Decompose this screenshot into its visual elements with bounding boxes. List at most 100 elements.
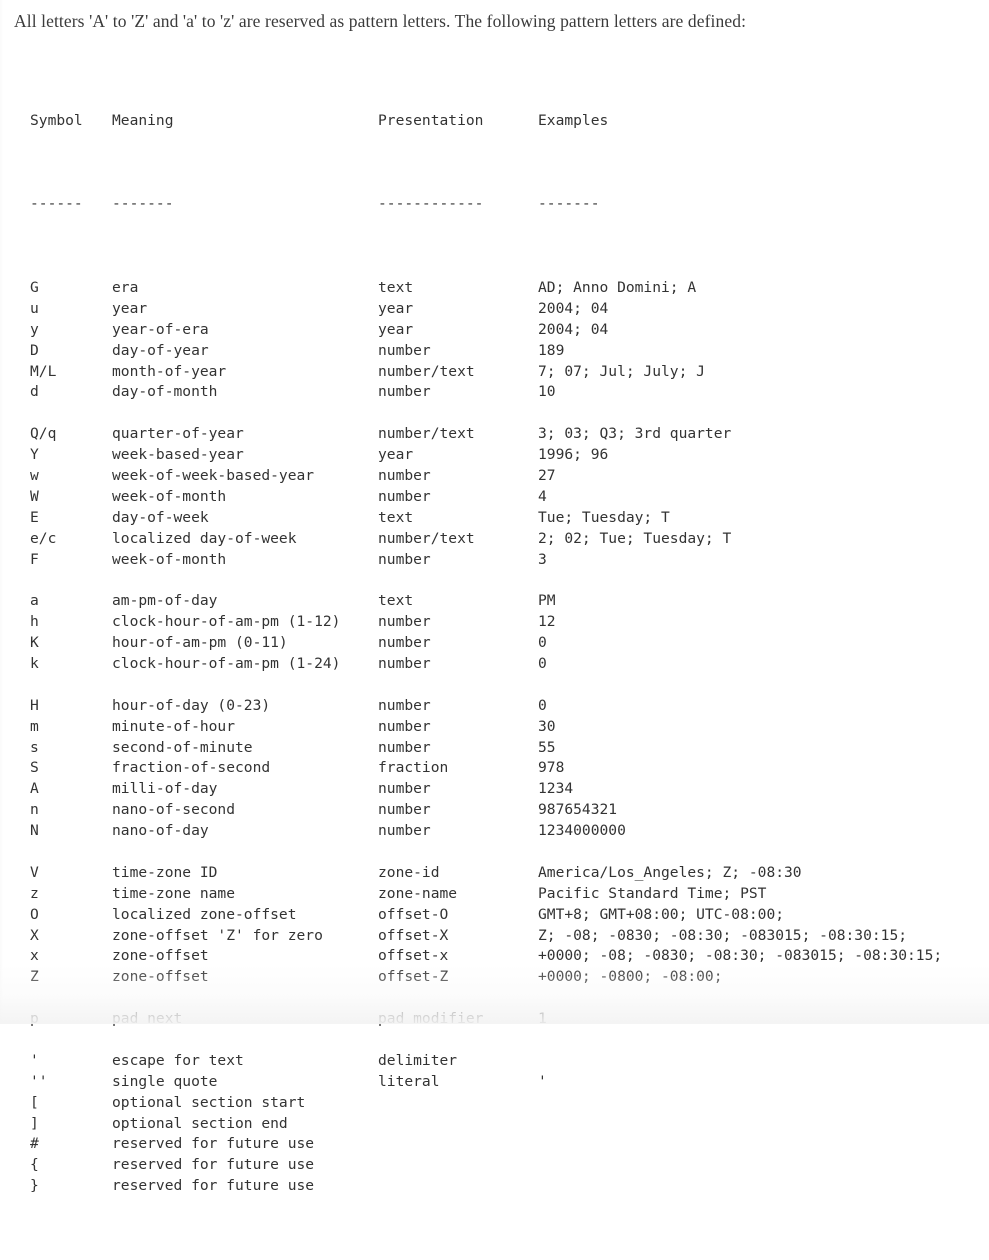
column-header-presentation: Presentation <box>378 111 484 129</box>
cell-meaning: optional section start <box>112 1093 306 1111</box>
cell-examples: 0 <box>538 634 547 652</box>
cell-meaning: localized zone-offset <box>112 905 297 923</box>
cell-symbol: O <box>30 905 39 923</box>
cell-presentation: zone-id <box>378 863 440 881</box>
cell-presentation: pad modifier <box>378 1010 484 1028</box>
cell-meaning: day-of-month <box>112 383 218 401</box>
rule-symbol: ------ <box>30 195 83 213</box>
document-page: All letters 'A' to 'Z' and 'a' to 'z' ar… <box>0 0 989 1194</box>
table-body: Gera text AD; Anno Domini; A u year year 2004;… <box>30 278 942 1197</box>
cell-symbol: Z <box>30 968 39 986</box>
table-row: y year-of-era year 2004; 04 <box>30 320 942 341</box>
cell-examples: 55 <box>538 738 556 756</box>
cell-symbol: s <box>30 738 39 756</box>
cell-meaning: clock-hour-of-am-pm (1-12) <box>112 613 341 631</box>
cell-examples: 2; 02; Tue; Tuesday; T <box>538 529 732 547</box>
cell-presentation: offset-O <box>378 905 449 923</box>
table-row: Fweek-of-month number 3 <box>30 550 942 571</box>
cell-meaning: zone-offset <box>112 968 209 986</box>
cell-meaning: reserved for future use <box>112 1135 315 1153</box>
cell-symbol: ] <box>30 1114 39 1132</box>
cell-symbol: h <box>30 613 39 631</box>
cell-symbol: G <box>30 278 39 296</box>
cell-symbol: W <box>30 487 39 505</box>
cell-symbol: n <box>30 801 39 819</box>
cell-presentation: number <box>378 717 431 735</box>
cell-presentation: number <box>378 383 431 401</box>
table-row: z time-zone name zone-name Pacific Standard… <box>30 884 942 905</box>
cell-symbol: V <box>30 863 39 881</box>
cell-examples: Tue; Tuesday; T <box>538 508 670 526</box>
cell-meaning: milli-of-day <box>112 780 218 798</box>
cell-symbol: Y <box>30 446 39 464</box>
cell-meaning: hour-of-day (0-23) <box>112 696 271 714</box>
cell-symbol: N <box>30 822 39 840</box>
table-row: n nano-of-second number 987654321 <box>30 800 942 821</box>
cell-examples: +0000; -0800; -08:00; <box>538 968 723 986</box>
table-row: {reserved for future use <box>30 1155 942 1176</box>
cell-meaning: second-of-minute <box>112 738 253 756</box>
cell-presentation: text <box>378 278 414 296</box>
cell-meaning: reserved for future use <box>112 1177 315 1195</box>
cell-examples: 7; 07; Jul; July; J <box>538 362 705 380</box>
cell-meaning: time-zone ID <box>112 863 218 881</box>
cell-symbol: y <box>30 320 39 338</box>
cell-meaning: localized day-of-week <box>112 529 297 547</box>
cell-meaning: fraction-of-second <box>112 759 271 777</box>
table-row: Xzone-offset 'Z' for zero offset-X Z; -08;… <box>30 926 942 947</box>
table-row: k clock-hour-of-am-pm (1-24) number 0 <box>30 654 942 675</box>
cell-examples: 1234 <box>538 780 574 798</box>
table-row: Sfraction-of-second fraction 978 <box>30 758 942 779</box>
cell-presentation: number <box>378 466 431 484</box>
column-header-meaning: Meaning <box>112 111 174 129</box>
column-header-examples: Examples <box>538 111 609 129</box>
cell-symbol: a <box>30 592 39 610</box>
cell-meaning: year-of-era <box>112 320 209 338</box>
cell-examples: Z; -08; -0830; -08:30; -083015; -08:30:1… <box>538 926 908 944</box>
table-row: M/L month-of-year number/text 7; 07; Jul; J… <box>30 362 942 383</box>
cell-examples: 3 <box>538 550 547 568</box>
cell-symbol: '' <box>30 1072 48 1090</box>
cell-symbol: } <box>30 1177 39 1195</box>
table-row: } reserved for future use <box>30 1176 942 1197</box>
cell-examples: 30 <box>538 717 556 735</box>
cell-examples: ' <box>538 1072 547 1090</box>
table-row: Eday-of-week text Tue; Tuesday; T <box>30 508 942 529</box>
table-row: Hhour-of-day (0-23) number 0 <box>30 696 942 717</box>
cell-presentation: number <box>378 487 431 505</box>
cell-symbol: p <box>30 1010 39 1028</box>
table-row: Zzone-offset offset-Z +0000; -0800; -08:00… <box>30 967 942 988</box>
cell-symbol: A <box>30 780 39 798</box>
table-row: m minute-of-hour number 30 <box>30 717 942 738</box>
cell-meaning: month-of-year <box>112 362 227 380</box>
cell-presentation: year <box>378 446 414 464</box>
cell-examples: 2004; 04 <box>538 320 609 338</box>
cell-presentation: zone-name <box>378 884 458 902</box>
rule-presentation: ------------ <box>378 195 484 213</box>
cell-presentation: number <box>378 634 431 652</box>
table-header-rule-row: ------ ------- ------------ ------- <box>30 194 942 215</box>
cell-meaning: week-of-week-based-year <box>112 466 315 484</box>
cell-meaning: nano-of-second <box>112 801 236 819</box>
table-row: Gera text AD; Anno Domini; A <box>30 278 942 299</box>
cell-symbol: z <box>30 884 39 902</box>
cell-meaning: week-based-year <box>112 446 244 464</box>
cell-presentation: number/text <box>378 362 475 380</box>
table-row: a am-pm-of-day text PM <box>30 591 942 612</box>
rule-meaning: ------- <box>112 195 174 213</box>
cell-examples: America/Los_Angeles; Z; -08:30 <box>538 863 802 881</box>
cell-symbol: { <box>30 1156 39 1174</box>
cell-examples: 27 <box>538 466 556 484</box>
cell-presentation: text <box>378 508 414 526</box>
column-header-symbol: Symbol <box>30 111 83 129</box>
cell-presentation: number <box>378 738 431 756</box>
cell-examples: PM <box>538 592 556 610</box>
cell-examples: 10 <box>538 383 556 401</box>
rule-examples: ------- <box>538 195 600 213</box>
cell-symbol: k <box>30 654 39 672</box>
cell-meaning: hour-of-am-pm (0-11) <box>112 634 288 652</box>
